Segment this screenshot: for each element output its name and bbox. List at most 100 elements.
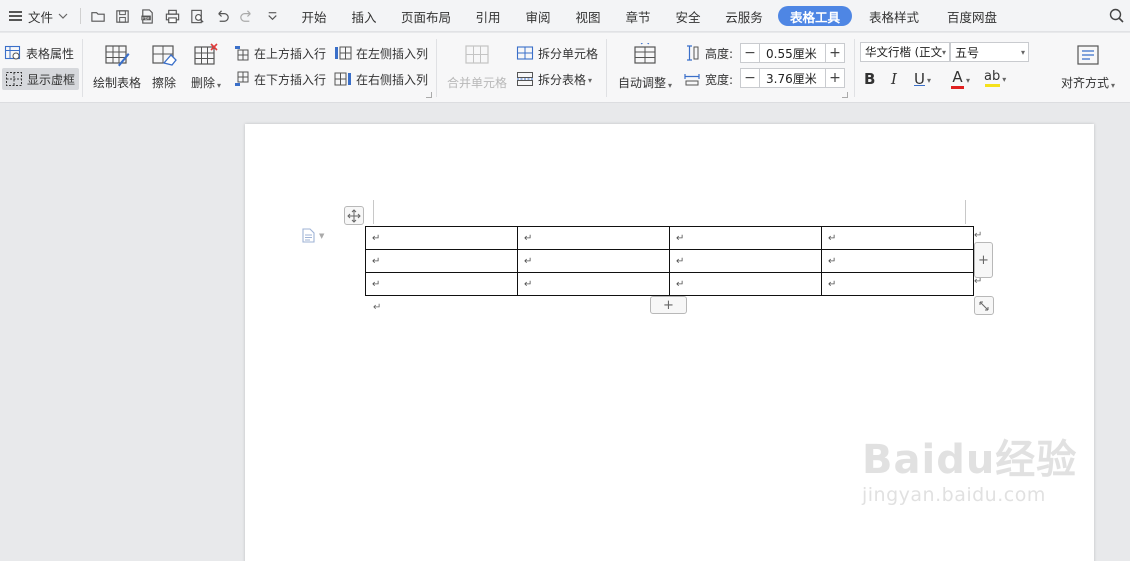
erase-button[interactable]: 擦除	[148, 41, 180, 91]
insert-row-above-label: 在上方插入行	[254, 46, 327, 61]
tab-view[interactable]: 视图	[568, 6, 608, 26]
width-decrease-button[interactable]: −	[740, 68, 760, 88]
insert-col-right-icon	[334, 72, 351, 86]
dropdown-arrow-icon: ▾	[1020, 47, 1025, 57]
table-cell[interactable]: ↵	[821, 226, 974, 250]
font-color-glyph: A	[952, 68, 963, 86]
export-pdf-icon[interactable]: PDF	[137, 6, 157, 26]
show-gridlines-label: 显示虚框	[27, 72, 76, 87]
redo-icon[interactable]	[236, 6, 256, 26]
insert-col-left-button[interactable]: 在左侧插入列	[334, 43, 428, 63]
auto-fit-icon	[634, 43, 656, 64]
add-row-button[interactable]: +	[650, 296, 687, 314]
margin-mark	[373, 200, 374, 224]
insert-row-below-button[interactable]: 在下方插入行	[234, 69, 326, 89]
tab-table-tools[interactable]: 表格工具	[778, 6, 852, 26]
table-cell[interactable]: ↵	[669, 249, 822, 273]
highlight-button[interactable]: ab ▾	[984, 70, 1006, 87]
show-gridlines-button[interactable]: 显示虚框	[2, 68, 80, 90]
print-preview-icon[interactable]	[187, 6, 207, 26]
size-dialog-launcher-icon[interactable]	[842, 92, 848, 98]
erase-label: 擦除	[151, 76, 176, 90]
watermark-brand: Baidu经验	[862, 437, 1078, 483]
tab-baidu-netdisk[interactable]: 百度网盘	[942, 6, 1002, 26]
merge-cells-button[interactable]: 合并单元格	[445, 41, 509, 91]
paragraph-layout-button[interactable]: ▼	[302, 228, 324, 243]
tab-insert[interactable]: 插入	[344, 6, 384, 26]
table-cell[interactable]: ↵	[517, 249, 670, 273]
font-size-select[interactable]: 五号 ▾	[950, 42, 1029, 62]
open-folder-icon[interactable]	[88, 6, 108, 26]
tab-sections[interactable]: 章节	[618, 6, 658, 26]
height-input[interactable]: 0.55厘米	[759, 43, 826, 63]
split-table-icon	[517, 72, 533, 86]
file-menu[interactable]: 文件	[9, 0, 68, 32]
group-dialog-launcher-icon[interactable]	[426, 92, 432, 98]
draw-table-label: 绘制表格	[92, 76, 141, 90]
insert-col-right-button[interactable]: 在右侧插入列	[334, 69, 428, 89]
tab-references[interactable]: 引用	[468, 6, 508, 26]
table-cell[interactable]: ↵	[517, 226, 670, 250]
auto-fit-button[interactable]: 自动调整 ▾	[614, 41, 676, 91]
table-cell[interactable]: ↵	[517, 272, 670, 296]
table-move-handle[interactable]	[344, 206, 364, 225]
col-width-icon	[684, 74, 700, 86]
resize-diagonal-icon	[979, 301, 989, 310]
table-cell[interactable]: ↵	[669, 226, 822, 250]
table-cell[interactable]: ↵	[365, 226, 518, 250]
insert-row-above-button[interactable]: 在上方插入行	[234, 43, 326, 63]
delete-label: 删除	[190, 76, 215, 90]
add-column-button[interactable]: +	[974, 242, 993, 278]
document-table[interactable]: ↵ ↵ ↵ ↵ ↵ ↵ ↵ ↵ ↵ ↵ ↵ ↵	[365, 226, 974, 296]
table-cell[interactable]: ↵	[365, 249, 518, 273]
menu-bar: 文件 PDF 开始 插入 页面布局 引用 审阅 视图 章节 安全 云服务 表格工…	[0, 0, 1130, 32]
insert-col-left-icon	[335, 46, 352, 60]
font-color-button[interactable]: A ▾	[951, 70, 970, 89]
table-cell[interactable]: ↵	[821, 249, 974, 273]
tab-table-styles[interactable]: 表格样式	[864, 6, 924, 26]
align-button[interactable]: 对齐方式 ▾	[1058, 41, 1118, 91]
row-end-mark: ↵	[974, 230, 983, 241]
tab-review[interactable]: 审阅	[518, 6, 558, 26]
ribbon: 表格属性 显示虚框 绘制表格 擦除 删除 ▾ 在上方插入行 在下方插入行 在左侧插…	[0, 33, 1130, 103]
draw-table-button[interactable]: 绘制表格	[90, 41, 144, 91]
auto-fit-label: 自动调整	[617, 76, 666, 90]
font-color-swatch	[951, 86, 964, 89]
table-cell[interactable]: ↵	[365, 272, 518, 296]
undo-icon[interactable]	[212, 6, 232, 26]
table-cell[interactable]: ↵	[669, 272, 822, 296]
table-properties-button[interactable]: 表格属性	[4, 43, 78, 63]
bold-button[interactable]: B	[864, 70, 875, 88]
width-input[interactable]: 3.76厘米	[759, 68, 826, 88]
split-table-button[interactable]: 拆分表格 ▾	[516, 69, 592, 89]
tab-security[interactable]: 安全	[668, 6, 708, 26]
table-cell[interactable]: ↵	[821, 272, 974, 296]
hamburger-icon	[9, 11, 22, 21]
table-row: ↵ ↵ ↵ ↵	[365, 272, 974, 296]
height-decrease-button[interactable]: −	[740, 43, 760, 63]
save-icon[interactable]	[112, 6, 132, 26]
italic-button[interactable]: I	[891, 70, 897, 88]
chevron-down-icon: ▼	[319, 231, 325, 240]
move-arrows-icon	[347, 208, 361, 223]
tab-home[interactable]: 开始	[294, 6, 334, 26]
width-increase-button[interactable]: +	[825, 68, 845, 88]
customize-quick-access-icon[interactable]	[262, 6, 282, 26]
col-width-label-group: 宽度:	[684, 69, 733, 89]
underline-glyph: U	[914, 70, 925, 88]
height-increase-button[interactable]: +	[825, 43, 845, 63]
align-label: 对齐方式	[1060, 76, 1109, 90]
tab-cloud-services[interactable]: 云服务	[720, 6, 768, 26]
split-cells-button[interactable]: 拆分单元格	[516, 43, 598, 63]
table-properties-icon	[4, 45, 21, 60]
font-family-select[interactable]: 华文行楷 (正文 ▾	[860, 42, 950, 62]
table-resize-handle[interactable]	[974, 296, 994, 315]
underline-button[interactable]: U ▾	[914, 70, 931, 88]
split-table-label: 拆分表格	[538, 72, 587, 87]
split-cells-label: 拆分单元格	[538, 46, 599, 61]
width-label: 宽度:	[705, 72, 734, 87]
delete-button[interactable]: 删除 ▾	[188, 41, 224, 91]
tab-page-layout[interactable]: 页面布局	[396, 6, 456, 26]
print-icon[interactable]	[162, 6, 182, 26]
search-icon[interactable]	[1109, 6, 1130, 26]
